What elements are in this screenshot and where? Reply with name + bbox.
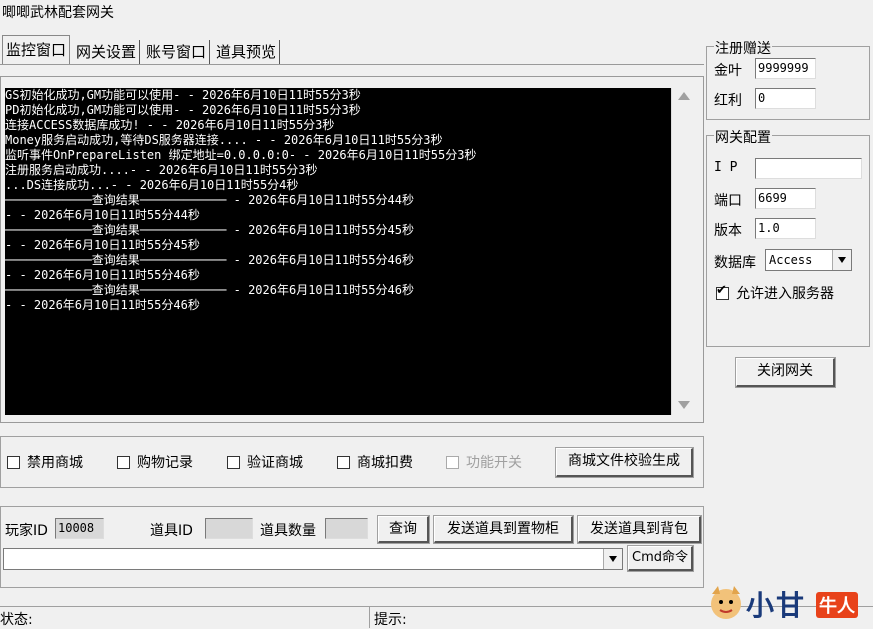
send-to-storage-button[interactable]: 发送道具到置物柜	[433, 515, 574, 544]
bonus-label: 红利	[714, 93, 742, 109]
checkbox-box[interactable]	[227, 455, 240, 469]
chevron-down-icon[interactable]	[603, 549, 622, 569]
window-title: 唧唧武林配套网关	[2, 5, 114, 21]
item-qty-label: 道具数量	[260, 523, 316, 539]
checkbox-box[interactable]	[337, 455, 350, 469]
item-qty-field[interactable]	[325, 518, 368, 539]
database-select-value: Access	[769, 253, 813, 267]
log-line: Money服务启动成功,等待DS服务器连接.... - - 2026年6月10日…	[5, 133, 443, 147]
log-line: - - 2026年6月10日11时55分46秒	[5, 298, 200, 312]
item-id-label: 道具ID	[150, 523, 193, 539]
watermark-logo: 小甘 牛人	[704, 580, 873, 627]
log-line: GS初始化成功,GM功能可以使用- - 2026年6月10日11时55分3秒	[5, 88, 361, 102]
log-line: 注册服务启动成功....- - 2026年6月10日11时55分3秒	[5, 163, 318, 177]
checkbox-box[interactable]	[7, 455, 20, 469]
allow-enter-server-checkbox[interactable]: ✔ 允许进入服务器	[716, 283, 834, 303]
port-field[interactable]: 6699	[755, 188, 816, 209]
log-line: - - 2026年6月10日11时55分46秒	[5, 268, 200, 282]
ban-mall-checkbox[interactable]: 禁用商城	[7, 452, 83, 472]
chevron-down-icon[interactable]	[832, 250, 851, 270]
tab-item-preview[interactable]: 道具预览	[213, 40, 281, 64]
feature-switch-checkbox: 功能开关	[446, 452, 522, 472]
mall-deduct-checkbox[interactable]: 商城扣费	[337, 452, 413, 472]
scroll-up-arrow-icon[interactable]	[678, 92, 690, 100]
watermark-text-badge: 牛人	[816, 592, 858, 618]
tab-gateway-settings[interactable]: 网关设置	[73, 40, 141, 64]
status-divider	[369, 607, 370, 628]
status-label: 状态:	[0, 612, 33, 628]
generate-mall-file-button[interactable]: 商城文件校验生成	[555, 447, 694, 478]
console-scrollbar[interactable]	[671, 88, 697, 415]
cmd-combobox[interactable]	[3, 548, 623, 570]
purchase-log-checkbox[interactable]: 购物记录	[117, 452, 193, 472]
database-select[interactable]: Access	[765, 249, 852, 271]
version-label: 版本	[714, 223, 742, 239]
gateway-config-title: 网关配置	[714, 127, 772, 147]
tab-account[interactable]: 账号窗口	[143, 40, 211, 64]
log-line: ...DS连接成功...- - 2026年6月10日11时55分4秒	[5, 178, 299, 192]
gold-field[interactable]: 9999999	[755, 58, 816, 79]
checkbox-box[interactable]: ✔	[716, 282, 729, 300]
log-line: - - 2026年6月10日11时55分45秒	[5, 238, 200, 252]
mascot-icon	[711, 586, 741, 619]
log-line: ────────────查询结果──────────── - 2026年6月10…	[5, 253, 414, 267]
tab-monitor[interactable]: 监控窗口	[2, 35, 71, 64]
hint-label: 提示:	[374, 612, 407, 628]
watermark-text-primary: 小甘	[746, 589, 807, 622]
log-line: 连接ACCESS数据库成功! - - 2026年6月10日11时55分3秒	[5, 118, 335, 132]
send-to-bag-button[interactable]: 发送道具到背包	[577, 515, 702, 544]
check-mark-icon: ✔	[716, 282, 727, 298]
gold-label: 金叶	[714, 63, 742, 79]
cmd-command-button[interactable]: Cmd命令	[627, 545, 694, 572]
log-console[interactable]: GS初始化成功,GM功能可以使用- - 2026年6月10日11时55分3秒 P…	[5, 88, 671, 415]
close-gateway-button[interactable]: 关闭网关	[735, 357, 836, 388]
log-line: ────────────查询结果──────────── - 2026年6月10…	[5, 223, 414, 237]
log-line: - - 2026年6月10日11时55分44秒	[5, 208, 200, 222]
scroll-down-arrow-icon[interactable]	[678, 401, 690, 409]
ip-label: I P	[714, 160, 738, 175]
item-id-field[interactable]	[205, 518, 253, 539]
version-field[interactable]: 1.0	[755, 218, 816, 239]
bonus-field[interactable]: 0	[755, 88, 816, 109]
query-button[interactable]: 查询	[377, 515, 430, 544]
log-line: ────────────查询结果──────────── - 2026年6月10…	[5, 283, 414, 297]
database-label: 数据库	[714, 255, 756, 271]
ip-field[interactable]	[755, 158, 862, 179]
player-id-field[interactable]: 10008	[55, 518, 104, 539]
tab-divider	[0, 64, 704, 65]
tab-bar: 监控窗口 网关设置 账号窗口 道具预览	[2, 35, 283, 64]
log-line: PD初始化成功,GM功能可以使用- - 2026年6月10日11时55分3秒	[5, 103, 361, 117]
log-line: 监听事件OnPrepareListen 绑定地址=0.0.0.0:0- - 20…	[5, 148, 477, 162]
register-gift-title: 注册赠送	[714, 38, 772, 58]
player-id-label: 玩家ID	[5, 523, 48, 539]
checkbox-box	[446, 455, 459, 469]
verify-mall-checkbox[interactable]: 验证商城	[227, 452, 303, 472]
log-line: ────────────查询结果──────────── - 2026年6月10…	[5, 193, 414, 207]
port-label: 端口	[714, 193, 742, 209]
checkbox-box[interactable]	[117, 455, 130, 469]
